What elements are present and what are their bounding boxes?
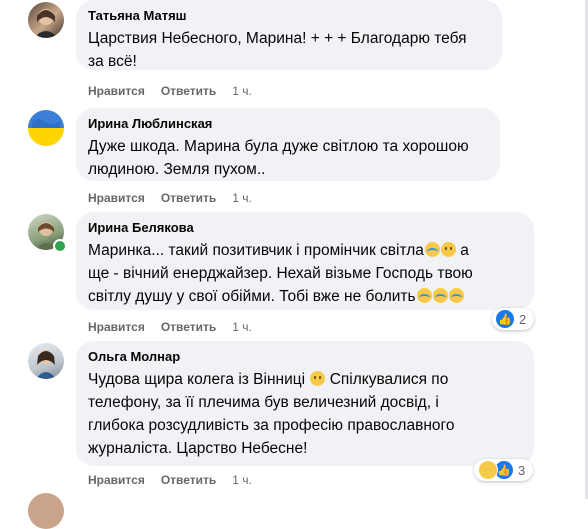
like-button[interactable]: Нравится [88, 473, 145, 487]
comment-line-text: Маринка... такий позитивчик і промінчик … [88, 242, 424, 259]
reaction-count: 2 [519, 311, 527, 327]
like-button[interactable]: Нравится [88, 191, 145, 205]
comment-actions: Нравится Ответить 1 ч. [88, 84, 268, 98]
comment-timestamp[interactable]: 1 ч. [232, 473, 252, 487]
comment-line: світлу душу у свої обійми. Тобі вже не б… [88, 285, 522, 308]
comment-bubble: Ирина Белякова Маринка... такий позитивч… [76, 212, 534, 310]
comment-line: за всё! [88, 53, 137, 70]
comment-text: Царствия Небесного, Марина! + + + Благод… [88, 27, 490, 73]
reply-button[interactable]: Ответить [161, 320, 216, 334]
like-button[interactable]: Нравится [88, 320, 145, 334]
comment-actions: Нравится Ответить 1 ч. [88, 320, 268, 334]
comment-actions: Нравится Ответить 1 ч. [88, 191, 268, 205]
comment-bubble: Ирина Люблинская Дуже шкода. Марина була… [76, 108, 500, 181]
crying-face-icon [416, 288, 432, 303]
comment-line-text: Чудова щира колега із Вінниці [88, 371, 306, 388]
sad-face-icon [310, 371, 326, 386]
comment-timestamp[interactable]: 1 ч. [232, 191, 252, 205]
avatar[interactable] [28, 110, 64, 146]
comment-line: Чудова щира колега із Вінниці Спілкували… [88, 368, 522, 391]
reaction-count: 3 [518, 462, 526, 478]
comment-line: глибока розсудливість за професію правос… [88, 417, 455, 434]
comment-timestamp[interactable]: 1 ч. [232, 84, 252, 98]
comment-line-text: світлу душу у свої обійми. Тобі вже не б… [88, 288, 416, 305]
crying-face-icon [432, 288, 448, 303]
crying-face-icon [448, 288, 464, 303]
comment-bubble: Ольга Молнар Чудова щира колега із Вінни… [76, 341, 534, 466]
comment-line-text: Спілкувалися по [329, 371, 449, 388]
avatar[interactable] [28, 493, 64, 529]
avatar-photo [28, 110, 64, 146]
reaction-summary[interactable]: 👍 2 [492, 308, 535, 330]
reaction-summary[interactable]: 👍 3 [474, 459, 534, 481]
comment-author[interactable]: Ирина Люблинская [88, 116, 488, 132]
comment-actions: Нравится Ответить 1 ч. [88, 473, 268, 487]
comment-text: Дуже шкода. Марина була дуже світлою та … [88, 135, 488, 181]
thumbs-up-icon: 👍 [496, 310, 514, 328]
reply-button[interactable]: Ответить [161, 84, 216, 98]
comment-text: Чудова щира колега із Вінниці Спілкували… [88, 368, 522, 460]
comment-author[interactable]: Татьяна Матяш [88, 8, 490, 24]
crying-face-icon [424, 242, 440, 257]
comment-line: людиною. Земля пухом.. [88, 161, 266, 178]
online-status-indicator [53, 239, 67, 253]
comment-text: Маринка... такий позитивчик і промінчик … [88, 239, 522, 308]
avatar-photo [36, 350, 56, 379]
comment-line: журналіста. Царство Небесне! [88, 440, 308, 457]
comment-line: ще - вічний енерджайзер. Нехай візьме Го… [88, 265, 473, 282]
comment-timestamp[interactable]: 1 ч. [232, 320, 252, 334]
avatar[interactable] [28, 2, 64, 38]
sad-face-icon [440, 242, 456, 257]
comment-author[interactable]: Ирина Белякова [88, 220, 522, 236]
comment-line: Дуже шкода. Марина була дуже світлою та … [88, 138, 469, 155]
sad-face-icon [478, 460, 498, 480]
comment-line: Царствия Небесного, Марина! + + + Благод… [88, 30, 467, 47]
reply-button[interactable]: Ответить [161, 191, 216, 205]
reply-button[interactable]: Ответить [161, 473, 216, 487]
like-button[interactable]: Нравится [88, 84, 145, 98]
comment-line: Маринка... такий позитивчик і промінчик … [88, 239, 522, 262]
avatar[interactable] [28, 343, 64, 379]
comment-author[interactable]: Ольга Молнар [88, 349, 522, 365]
comment-bubble: Татьяна Матяш Царствия Небесного, Марина… [76, 0, 502, 70]
avatar-photo [34, 9, 58, 38]
comment-line: телефону, за її плечима був величезний д… [88, 394, 439, 411]
comment-line-text: а [460, 242, 469, 259]
